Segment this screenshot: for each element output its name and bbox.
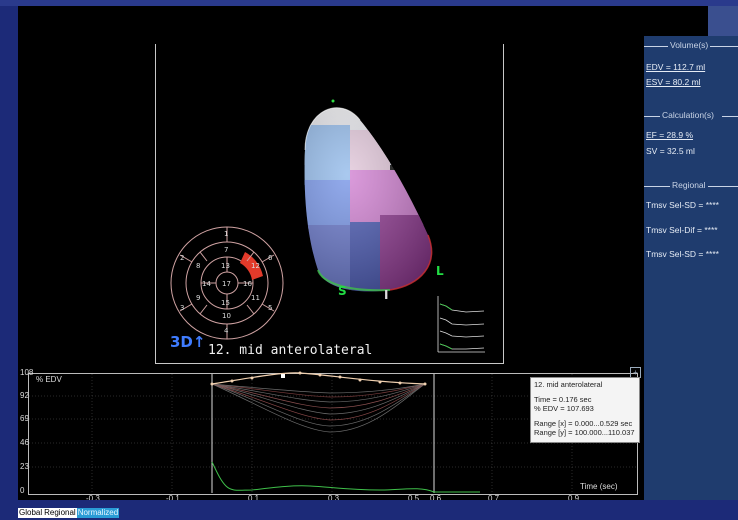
tooltip-title: 12. mid anterolateral xyxy=(534,380,603,389)
tab-regional[interactable]: Regional xyxy=(43,508,77,518)
tab-global[interactable]: Global xyxy=(18,508,44,518)
data-tooltip: 12. mid anterolateral Time = 0.176 sec %… xyxy=(530,377,640,443)
selected-curve xyxy=(211,372,426,385)
graph-mode-tabs: Global Regional Normalized xyxy=(18,502,120,518)
y-tick: 108 xyxy=(20,368,34,377)
tab-normalized[interactable]: Normalized xyxy=(76,508,120,518)
tooltip-edv: % EDV = 107.693 xyxy=(534,404,594,413)
tooltip-time: Time = 0.176 sec xyxy=(534,395,592,404)
y-tick: 46 xyxy=(20,438,29,447)
y-tick: 69 xyxy=(20,414,29,423)
tooltip-range-x: Range [x] = 0.000...0.529 sec xyxy=(534,419,633,428)
tooltip-range-y: Range [y] = 100.000...110.037 xyxy=(534,428,635,437)
y-tick: 92 xyxy=(20,391,29,400)
y-tick: 23 xyxy=(20,462,29,471)
y-tick: 0 xyxy=(20,486,25,495)
time-cursor-marker[interactable] xyxy=(281,374,285,378)
x-axis-label: Time (sec) xyxy=(580,482,618,491)
y-axis-label: % EDV xyxy=(36,375,62,384)
